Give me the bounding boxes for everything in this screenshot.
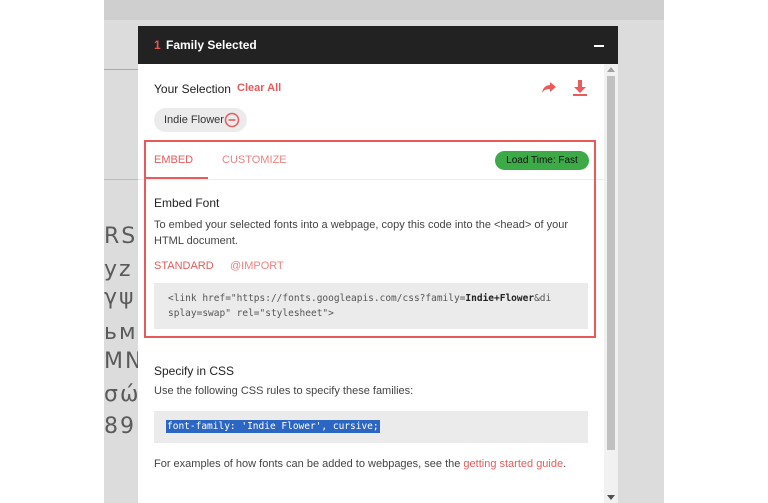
clear-all-button[interactable]: Clear All	[237, 82, 281, 94]
selected-count: 1	[154, 38, 161, 52]
page-top-strip	[104, 0, 664, 20]
page-divider	[104, 179, 138, 180]
scroll-down-arrow-icon[interactable]	[607, 495, 615, 500]
chip-label: Indie Flower	[164, 114, 224, 126]
minimize-icon[interactable]	[594, 45, 604, 47]
css-description: Use the following CSS rules to specify t…	[154, 385, 414, 397]
preview-glyphs: ьм	[104, 320, 138, 345]
drawer-header[interactable]: 1 Family Selected	[138, 26, 618, 64]
preview-glyphs: yz	[104, 257, 133, 282]
preview-glyphs: γψ	[104, 285, 136, 310]
share-arrow-icon[interactable]	[541, 79, 557, 95]
getting-started-link[interactable]: getting started guide	[463, 458, 563, 470]
css-code-block[interactable]: font-family: 'Indie Flower', cursive;	[154, 411, 588, 443]
css-rule-selected[interactable]: font-family: 'Indie Flower', cursive;	[166, 420, 380, 433]
examples-note: For examples of how fonts can be added t…	[154, 458, 566, 470]
css-heading: Specify in CSS	[154, 364, 235, 378]
examples-period: .	[563, 458, 567, 470]
embed-section-highlight	[144, 140, 596, 338]
preview-glyphs: 89	[104, 414, 136, 439]
drawer-title: Family Selected	[166, 38, 257, 52]
your-selection-label: Your Selection	[154, 82, 231, 96]
font-chip: Indie Flower	[154, 108, 247, 132]
preview-glyphs: σώ	[104, 382, 138, 407]
scroll-up-arrow-icon[interactable]	[607, 67, 615, 72]
preview-glyphs: RS	[104, 224, 138, 249]
examples-text: For examples of how fonts can be added t…	[154, 458, 464, 470]
scrollbar-thumb[interactable]	[607, 76, 615, 450]
remove-circle-icon[interactable]	[224, 112, 240, 128]
preview-glyphs: MN	[104, 349, 138, 374]
page-divider	[104, 69, 138, 70]
download-icon[interactable]	[572, 79, 588, 97]
